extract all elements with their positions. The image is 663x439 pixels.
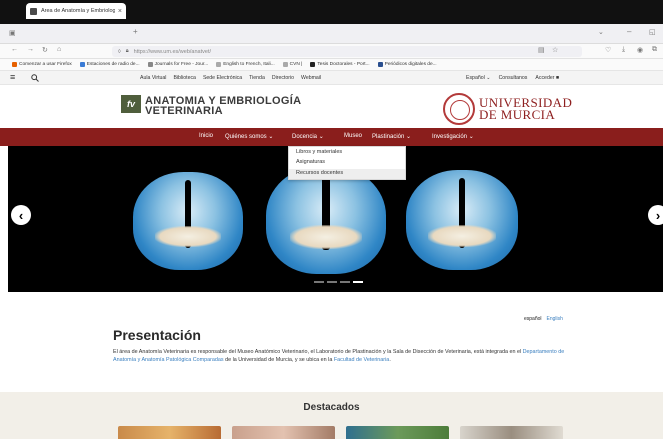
- featured-card-2[interactable]: [232, 426, 335, 439]
- bookmark-item[interactable]: Comenzar a usar Firefox: [12, 62, 72, 67]
- reader-view-icon[interactable]: ▤: [538, 46, 545, 54]
- new-tab-icon[interactable]: +: [133, 27, 138, 36]
- back-icon[interactable]: ←: [11, 46, 18, 53]
- account-icon[interactable]: ◉: [637, 46, 643, 54]
- tab-list-icon[interactable]: ⌄: [598, 28, 604, 36]
- carousel-image-brain-3: [406, 170, 518, 270]
- reload-icon[interactable]: ↻: [42, 46, 48, 54]
- utility-right: Español ⌄ Consultanos Acceder ■: [466, 75, 559, 81]
- bookmark-item[interactable]: CVN |: [282, 62, 302, 67]
- chevron-down-icon: ⌄: [318, 134, 324, 140]
- language-switch: español English: [524, 316, 563, 322]
- tab-favicon-icon: [30, 7, 37, 15]
- bookmark-item[interactable]: Tesis Doctorales - Port...: [310, 62, 370, 67]
- address-bar[interactable]: ◊ 🔒︎ https://www.um.es/web/anatvet/: [112, 46, 582, 57]
- dropdown-item-recursos-docentes[interactable]: Recursos docentes: [296, 170, 343, 176]
- faculty-link[interactable]: Facultad de Veterinaria: [334, 357, 389, 363]
- util-link-webmail[interactable]: Webmail: [301, 75, 321, 81]
- dropdown-item-asignaturas[interactable]: Asignaturas: [296, 159, 325, 165]
- bookmarks-toolbar: Comenzar a usar Firefox Estaciones de ra…: [0, 59, 663, 71]
- util-link-directorio[interactable]: Directorio: [272, 75, 294, 81]
- consultations-link[interactable]: Consultanos: [499, 75, 528, 81]
- bookmark-item[interactable]: English to French, Itali...: [216, 62, 275, 67]
- language-select[interactable]: Español ⌄: [466, 75, 491, 81]
- download-icon[interactable]: ⤓: [622, 46, 625, 54]
- featured-card-1[interactable]: [118, 426, 221, 439]
- nav-item-quienes-somos[interactable]: Quiénes somos ⌄: [225, 133, 273, 140]
- pocket-icon[interactable]: ♡: [605, 46, 611, 54]
- browser-tab-active[interactable]: Área de Anatomía y Embriología V ×: [26, 3, 126, 19]
- site-utility-bar: [0, 71, 663, 85]
- lock-icon: 🔒︎: [125, 48, 129, 54]
- presentation-text-part: El área de Anatomía Veterinaria es respo…: [113, 349, 523, 355]
- tab-close-icon[interactable]: ×: [118, 8, 122, 15]
- docencia-dropdown-menu: Libros y materiales Asignaturas Recursos…: [288, 146, 406, 180]
- search-icon[interactable]: [31, 74, 39, 82]
- bookmark-item[interactable]: Periódicos digitales de...: [377, 62, 437, 67]
- bookmark-star-icon[interactable]: ☆: [552, 46, 558, 54]
- browser-tab-strip: [0, 24, 663, 44]
- featured-title: Destacados: [303, 402, 360, 413]
- hamburger-menu-icon[interactable]: ≡: [10, 72, 15, 82]
- department-logo-mark[interactable]: fv: [121, 95, 141, 113]
- carousel-next-button[interactable]: ›: [648, 205, 663, 225]
- carousel-dot[interactable]: [314, 281, 324, 283]
- nav-item-inicio[interactable]: Inicio: [199, 133, 213, 139]
- carousel-image-brain-1: [133, 172, 243, 270]
- presentation-text: El área de Anatomía Veterinaria es respo…: [113, 348, 573, 364]
- nav-item-museo[interactable]: Museo: [344, 133, 362, 139]
- university-name-line2[interactable]: DE MURCIA: [479, 107, 555, 123]
- chevron-down-icon: ⌄: [406, 134, 412, 140]
- carousel-indicators: [314, 281, 363, 283]
- chevron-down-icon: ⌄: [268, 134, 274, 140]
- carousel-dot[interactable]: [327, 281, 337, 283]
- extensions-icon[interactable]: ⧉: [652, 46, 657, 54]
- access-link[interactable]: Acceder ■: [535, 75, 559, 81]
- forward-icon[interactable]: →: [27, 46, 34, 53]
- department-logo-line2[interactable]: VETERINARIA: [145, 105, 223, 117]
- minimize-icon[interactable]: –: [627, 27, 631, 36]
- featured-card-3[interactable]: [346, 426, 449, 439]
- carousel-dot-active[interactable]: [353, 281, 363, 283]
- tab-title: Área de Anatomía y Embriología V: [41, 8, 115, 14]
- main-navigation: [0, 128, 663, 146]
- util-link-aula-virtual[interactable]: Aula Virtual: [140, 75, 166, 81]
- university-seal-icon: [443, 93, 475, 125]
- utility-links: Aula Virtual Biblioteca Sede Electrónica…: [140, 75, 321, 81]
- nav-item-investigacion[interactable]: Investigación ⌄: [432, 133, 474, 140]
- address-bar-url: https://www.um.es/web/anatvet/: [133, 48, 211, 55]
- chevron-down-icon: ⌄: [468, 134, 474, 140]
- nav-item-docencia[interactable]: Docencia ⌄: [292, 133, 324, 140]
- presentation-text-part: de la Universidad de Murcia, y se ubica …: [223, 357, 334, 364]
- tab-overview-icon[interactable]: ▣: [9, 29, 16, 37]
- window-restore-icon[interactable]: ◱: [649, 28, 656, 36]
- carousel-image-brain-2: [266, 166, 386, 274]
- util-link-sede[interactable]: Sede Electrónica: [203, 75, 242, 81]
- shield-icon: ◊: [118, 48, 121, 55]
- nav-item-plastinacion[interactable]: Plastinación ⌄: [372, 133, 411, 140]
- lock-icon: ■: [555, 75, 560, 81]
- presentation-text-part: .: [389, 357, 391, 364]
- chevron-down-icon: ⌄: [486, 75, 491, 81]
- util-link-biblioteca[interactable]: Biblioteca: [173, 75, 196, 81]
- bookmark-item[interactable]: Estaciones de radio de...: [79, 62, 140, 67]
- language-es-link[interactable]: español: [524, 316, 542, 322]
- carousel-dot[interactable]: [340, 281, 350, 283]
- util-link-tienda[interactable]: Tienda: [249, 75, 265, 81]
- home-icon[interactable]: ⌂: [57, 46, 61, 53]
- carousel-prev-button[interactable]: ‹: [11, 205, 31, 225]
- bookmark-item[interactable]: Journals for Free - Jour...: [147, 62, 208, 67]
- presentation-title: Presentación: [113, 327, 201, 343]
- featured-card-4[interactable]: [460, 426, 563, 439]
- language-en-link[interactable]: English: [547, 316, 563, 322]
- dropdown-item-libros[interactable]: Libros y materiales: [296, 149, 342, 155]
